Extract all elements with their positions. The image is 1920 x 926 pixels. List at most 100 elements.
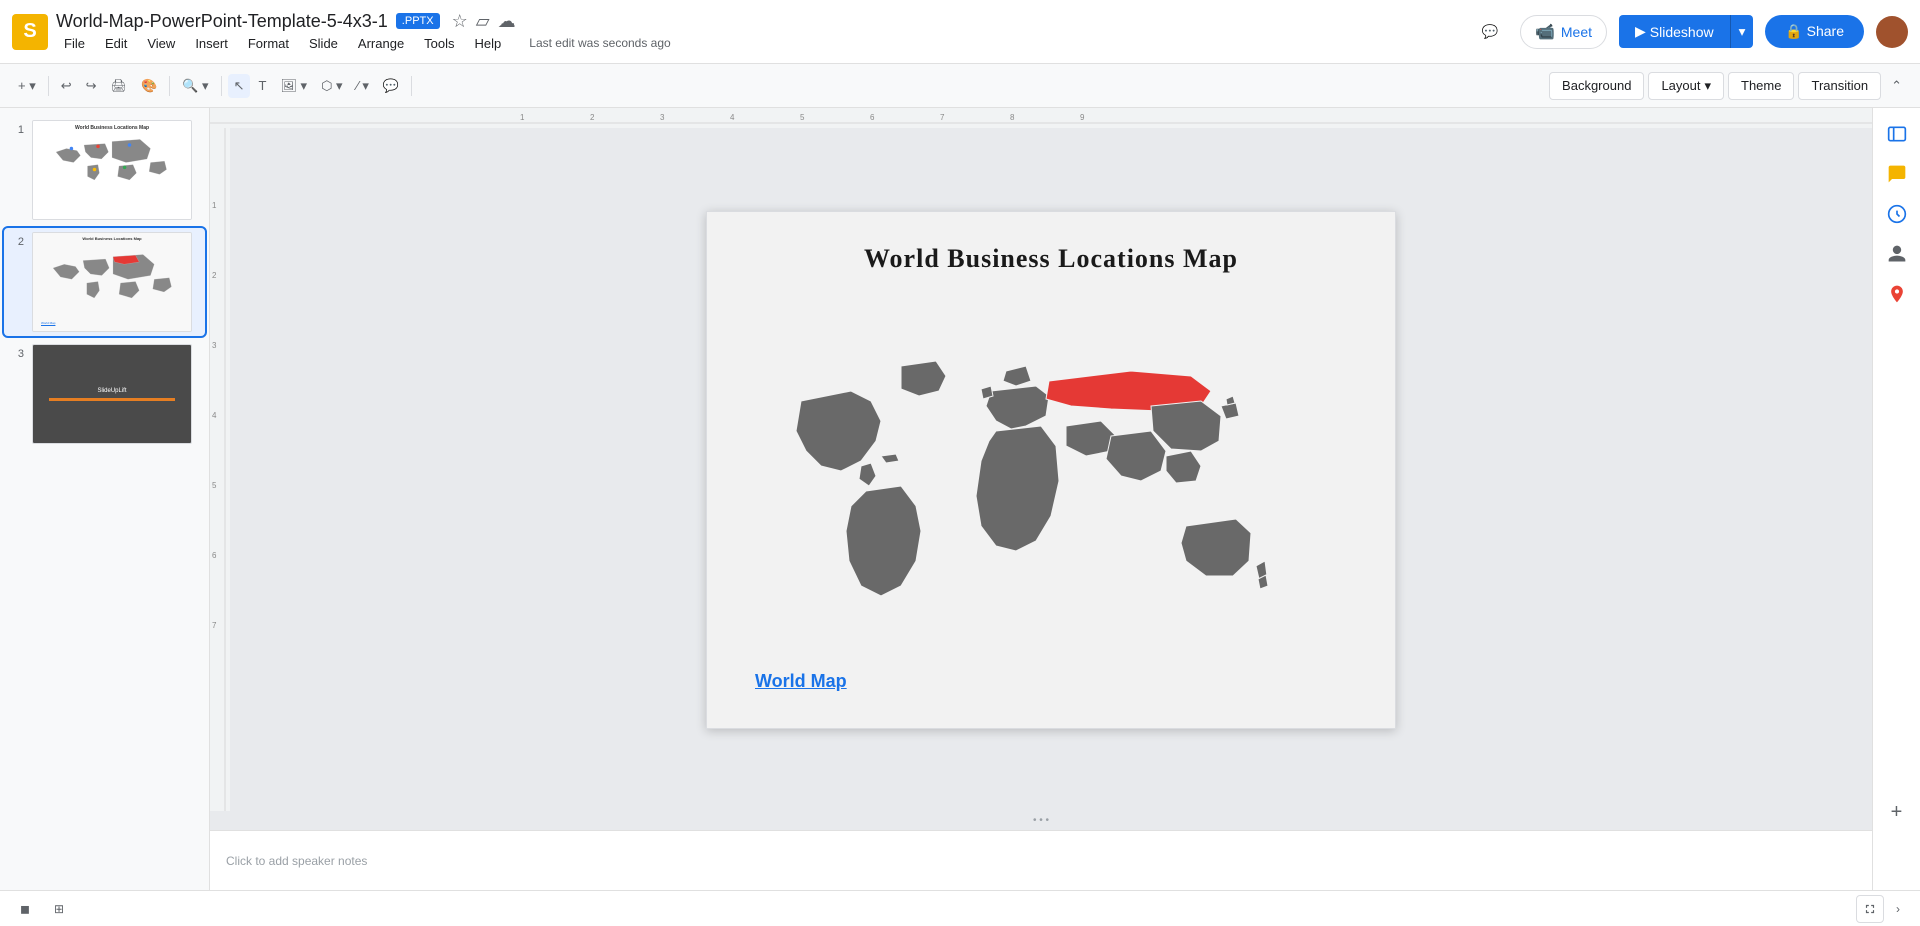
slide3-text-preview: SlideUpLift — [97, 388, 126, 394]
slideshow-dropdown-button[interactable]: ▾ — [1730, 15, 1754, 48]
right-sidebar-add-icon[interactable]: + — [1879, 794, 1915, 830]
meet-button[interactable]: 📹 Meet — [1520, 15, 1607, 49]
folder-icon[interactable]: ▱ — [476, 11, 490, 32]
meet-icon: 📹 — [1535, 22, 1555, 42]
separator3 — [221, 76, 222, 96]
undo-button[interactable]: ↩ — [55, 74, 78, 98]
right-sidebar-slides-icon[interactable] — [1879, 116, 1915, 152]
cloud-icon[interactable]: ☁ — [498, 11, 516, 32]
separator1 — [48, 76, 49, 96]
menu-edit[interactable]: Edit — [97, 34, 135, 53]
zoom-button[interactable]: 🔍 ▾ — [176, 74, 214, 98]
slideshow-button[interactable]: ▶ Slideshow — [1619, 15, 1730, 48]
app-icon: S — [12, 14, 48, 50]
slide1-map-svg — [42, 131, 182, 201]
slide-thumbnail-3[interactable]: 3 SlideUpLift — [4, 340, 205, 448]
svg-text:9: 9 — [1080, 113, 1085, 122]
background-button[interactable]: Background — [1549, 72, 1644, 100]
toolbar-right-btns: Background Layout ▾ Theme Transition ⌃ — [1549, 72, 1908, 100]
title-section: World-Map-PowerPoint-Template-5-4x3-1 .P… — [56, 11, 1464, 53]
svg-text:7: 7 — [940, 113, 945, 122]
svg-text:1: 1 — [520, 113, 525, 122]
ruler-left-svg: 1 2 3 4 5 6 7 — [210, 128, 230, 811]
menu-help[interactable]: Help — [467, 34, 510, 53]
menu-tools[interactable]: Tools — [416, 34, 462, 53]
slide-thumbnail-1[interactable]: 1 World Business Locations Map — [4, 116, 205, 224]
slide-canvas: World Business Locations Map — [706, 211, 1396, 729]
shape-tool[interactable]: ⬡ ▾ — [315, 74, 349, 98]
last-edit: Last edit was seconds ago — [521, 34, 678, 53]
svg-text:8: 8 — [1010, 113, 1015, 122]
theme-button[interactable]: Theme — [1728, 72, 1794, 100]
slideshow-label: Slideshow — [1650, 24, 1714, 40]
svg-text:3: 3 — [212, 341, 217, 350]
slide-thumbnail-2[interactable]: 2 World Business Locations Map — [4, 228, 205, 336]
doc-title: World-Map-PowerPoint-Template-5-4x3-1 .P… — [56, 11, 1464, 32]
doc-title-text: World-Map-PowerPoint-Template-5-4x3-1 — [56, 11, 388, 32]
ruler-left: 1 2 3 4 5 6 7 — [210, 128, 230, 811]
slideshow-btn-group: ▶ Slideshow ▾ — [1619, 15, 1753, 48]
main-content: 1 World Business Locations Map — [0, 108, 1920, 890]
slide-preview-3: SlideUpLift — [32, 344, 192, 444]
menu-format[interactable]: Format — [240, 34, 297, 53]
right-sidebar-tasks-icon[interactable] — [1879, 196, 1915, 232]
slide-title[interactable]: World Business Locations Map — [864, 244, 1238, 274]
svg-text:2: 2 — [212, 271, 217, 280]
add-button[interactable]: + ▾ — [12, 74, 42, 98]
slide3-bar-preview — [49, 398, 175, 401]
bottom-bar: ◼ ⊞ › — [0, 890, 1920, 926]
transition-label: Transition — [1811, 78, 1868, 93]
collapse-panel-button[interactable]: › — [1888, 898, 1908, 920]
image-tool[interactable]: 🖼 ▾ — [274, 74, 313, 98]
menu-bar: File Edit View Insert Format Slide Arran… — [56, 34, 1464, 53]
right-sidebar-contacts-icon[interactable] — [1879, 236, 1915, 272]
world-map-link[interactable]: World Map — [755, 671, 847, 692]
svg-text:7: 7 — [212, 621, 217, 630]
grid-view-button[interactable]: ◼ — [12, 898, 38, 920]
theme-label: Theme — [1741, 78, 1781, 93]
menu-insert[interactable]: Insert — [187, 34, 236, 53]
cursor-tool[interactable]: ↖ — [228, 74, 251, 98]
filmstrip-view-button[interactable]: ⊞ — [46, 898, 72, 920]
svg-text:6: 6 — [870, 113, 875, 122]
menu-view[interactable]: View — [139, 34, 183, 53]
collapse-toolbar-button[interactable]: ⌃ — [1885, 72, 1908, 100]
notes-area[interactable]: Click to add speaker notes — [210, 830, 1872, 890]
right-sidebar-chat-icon[interactable] — [1879, 156, 1915, 192]
separator2 — [169, 76, 170, 96]
menu-slide[interactable]: Slide — [301, 34, 346, 53]
transition-button[interactable]: Transition — [1798, 72, 1881, 100]
world-map-svg[interactable] — [771, 351, 1331, 651]
slide1-map-area — [33, 131, 191, 201]
layout-label: Layout — [1661, 78, 1700, 93]
topbar-right: 💬 📹 Meet ▶ Slideshow ▾ 🔒 Share — [1472, 14, 1908, 50]
menu-file[interactable]: File — [56, 34, 93, 53]
svg-text:5: 5 — [212, 481, 217, 490]
slide-preview-2: World Business Locations Map — [32, 232, 192, 332]
slide1-title-preview: World Business Locations Map — [33, 121, 191, 131]
title-icons: ☆ ▱ ☁ — [452, 11, 516, 32]
svg-text:4: 4 — [212, 411, 217, 420]
line-tool[interactable]: ⁄ ▾ — [351, 74, 375, 98]
slide-num-1: 1 — [8, 124, 24, 136]
star-icon[interactable]: ☆ — [452, 11, 468, 32]
separator4 — [411, 76, 412, 96]
paint-format-button[interactable]: 🎨 — [135, 74, 163, 98]
right-sidebar-maps-icon[interactable] — [1879, 276, 1915, 312]
print-button[interactable]: 🖨 — [105, 74, 134, 98]
expand-button[interactable] — [1856, 895, 1884, 923]
comment-button[interactable]: 💬 — [1472, 14, 1508, 50]
slide2-link-preview: World Map — [41, 321, 55, 325]
text-tool[interactable]: T — [252, 74, 272, 97]
pptx-badge: .PPTX — [396, 13, 440, 29]
share-button[interactable]: 🔒 Share — [1765, 15, 1864, 48]
layout-button[interactable]: Layout ▾ — [1648, 72, 1724, 100]
canvas-scroll: 1 2 3 4 5 6 7 World Business Locations M… — [210, 128, 1872, 811]
right-sidebar: + — [1872, 108, 1920, 890]
comment-tool[interactable]: 💬 — [377, 74, 405, 98]
menu-arrange[interactable]: Arrange — [350, 34, 412, 53]
topbar: S World-Map-PowerPoint-Template-5-4x3-1 … — [0, 0, 1920, 64]
user-avatar[interactable] — [1876, 16, 1908, 48]
redo-button[interactable]: ↪ — [80, 74, 103, 98]
notes-indicator: • • • — [210, 811, 1872, 830]
